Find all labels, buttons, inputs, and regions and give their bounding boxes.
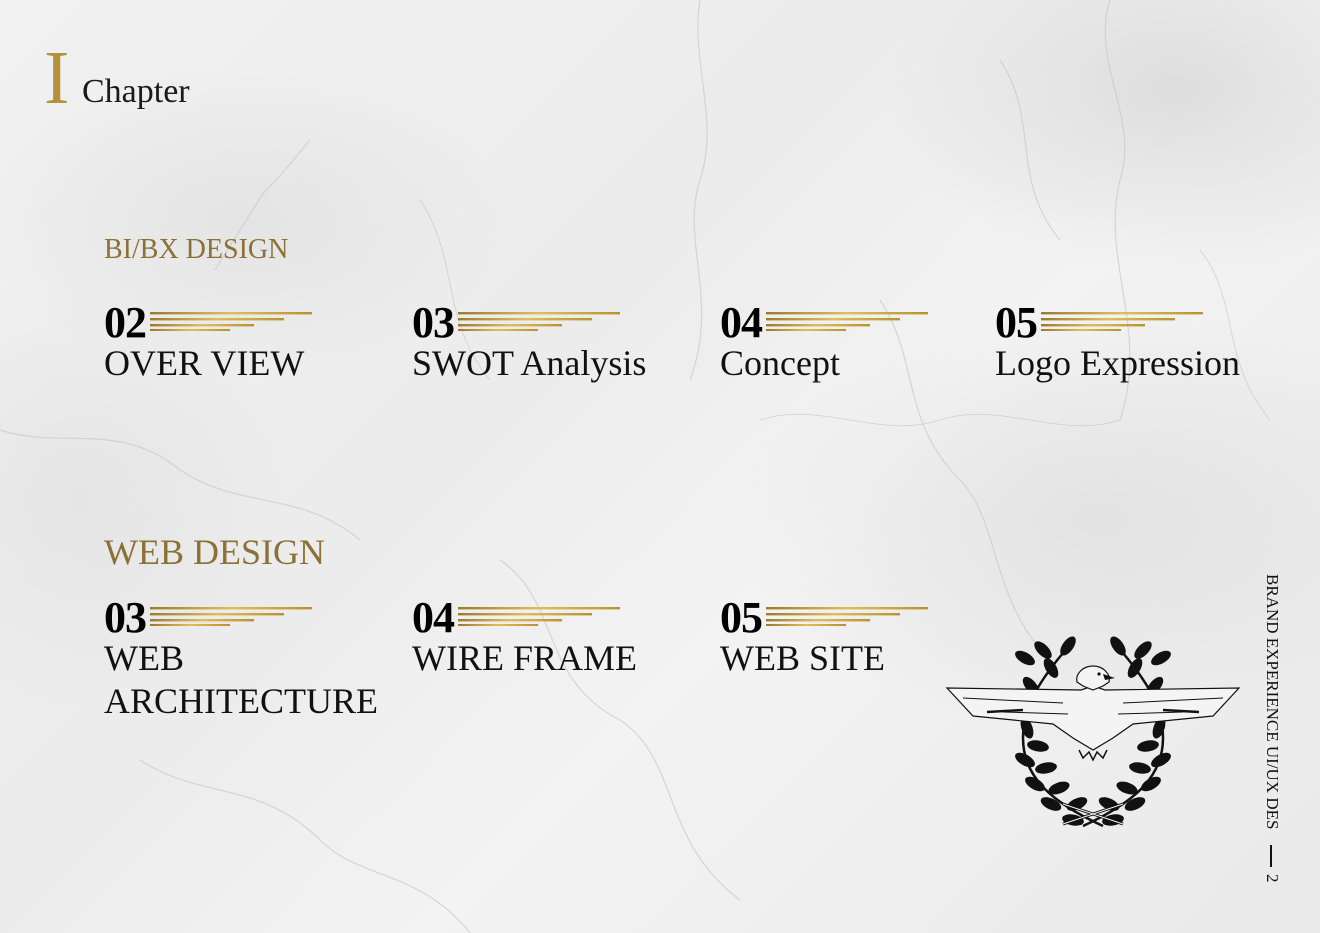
page-divider bbox=[1270, 845, 1272, 867]
item-number: 02 bbox=[104, 298, 147, 347]
section-title-web: WEB DESIGN bbox=[104, 532, 325, 572]
gold-lines-icon bbox=[458, 607, 620, 626]
item-label: WEB ARCHITECTURE bbox=[104, 638, 378, 721]
item-number: 05 bbox=[995, 298, 1038, 347]
gold-lines-icon bbox=[458, 312, 620, 331]
eagle-laurel-emblem-icon bbox=[945, 633, 1241, 828]
gold-lines-icon bbox=[766, 607, 928, 626]
gold-lines-icon bbox=[1041, 312, 1203, 331]
item-number: 05 bbox=[720, 593, 763, 642]
chapter-numeral: I bbox=[44, 36, 70, 120]
item-number: 04 bbox=[720, 298, 763, 347]
item-label: WIRE FRAME bbox=[412, 638, 637, 678]
chapter-title: Chapter bbox=[82, 73, 190, 110]
item-label: SWOT Analysis bbox=[412, 343, 647, 383]
item-number: 04 bbox=[412, 593, 455, 642]
page-number: 2 bbox=[1263, 874, 1282, 883]
gold-lines-icon bbox=[150, 607, 312, 626]
sidebar-title: BRAND EXPERIENCE UI/UX DES bbox=[1263, 574, 1282, 830]
gold-lines-icon bbox=[150, 312, 312, 331]
item-label: Concept bbox=[720, 343, 840, 383]
item-number: 03 bbox=[412, 298, 455, 347]
section-title-bibx: BI/BX DESIGN bbox=[104, 234, 289, 265]
item-label: OVER VIEW bbox=[104, 343, 305, 383]
gold-lines-icon bbox=[766, 312, 928, 331]
item-number: 03 bbox=[104, 593, 147, 642]
item-label: Logo Expression bbox=[995, 343, 1240, 383]
